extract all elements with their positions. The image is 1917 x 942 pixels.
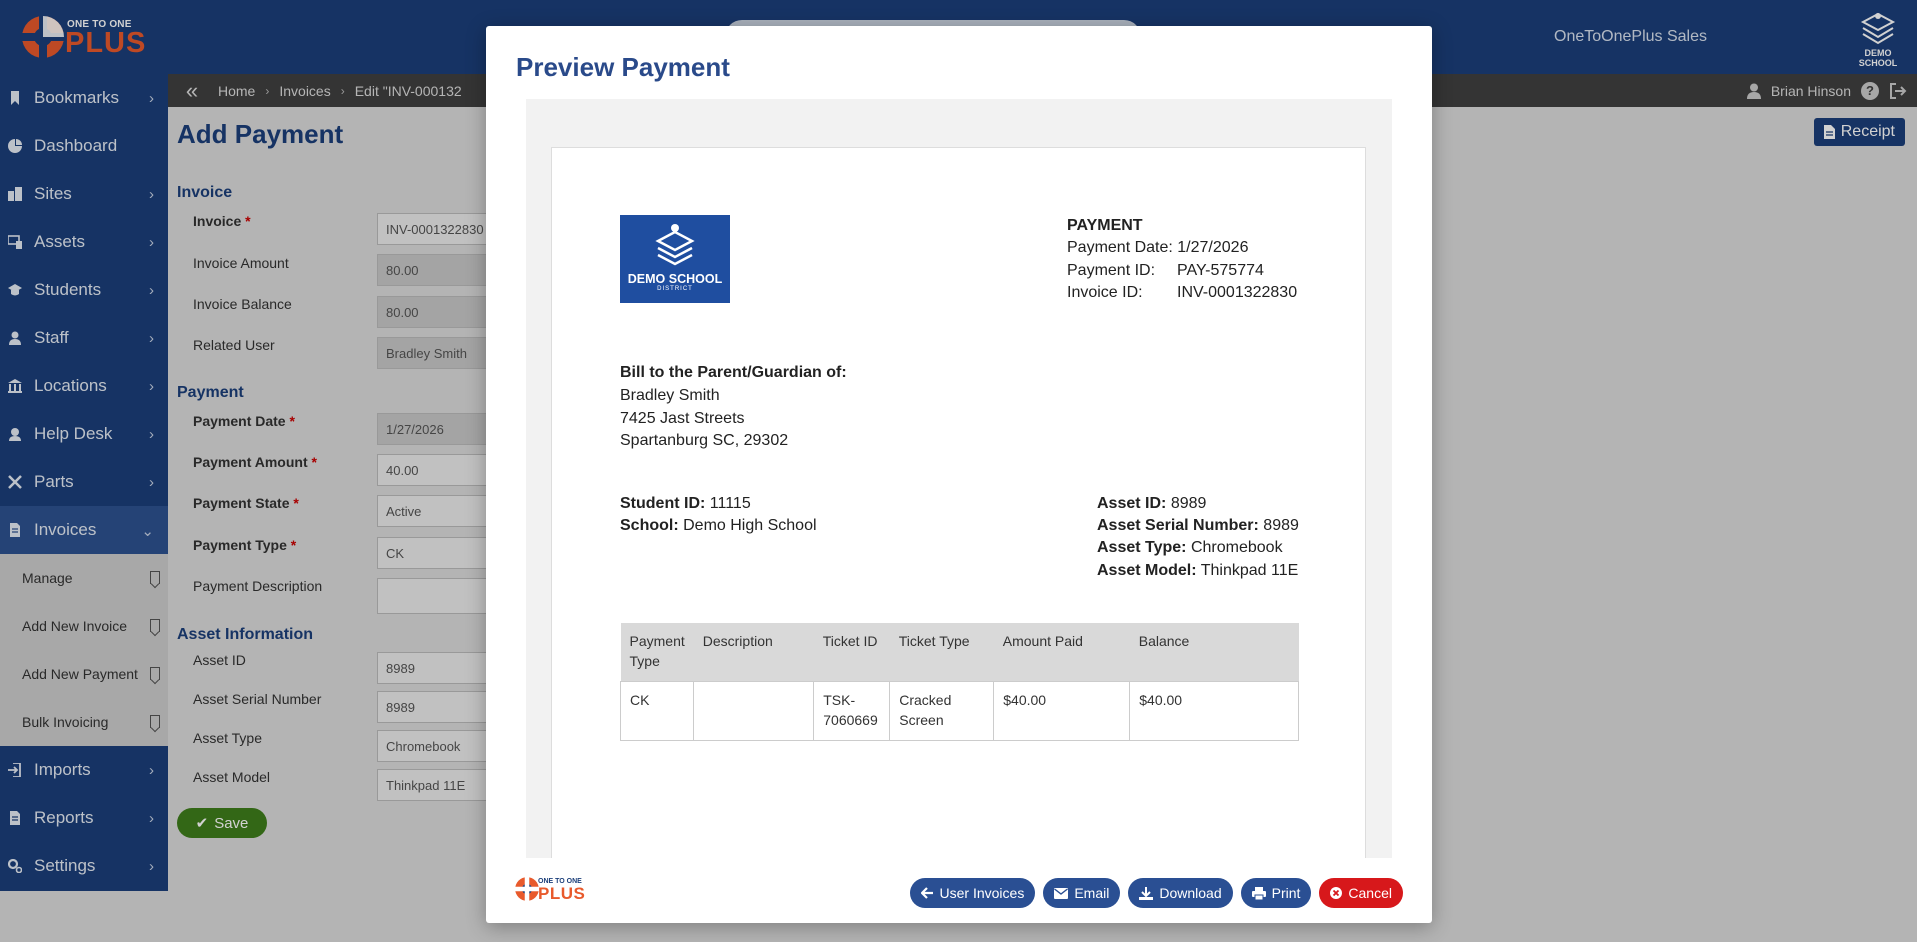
cell-description [693,680,815,741]
receipt-page: DEMO SCHOOL DISTRICT PAYMENT Payment Dat… [551,147,1366,858]
email-button[interactable]: Email [1043,878,1121,908]
student-id-key: Student ID: [620,495,706,512]
asset-model-key: Asset Model: [1097,562,1197,579]
receipt-asset-serial-line: Asset Serial Number: 8989 [1097,517,1299,535]
col-ticket-id: Ticket ID [813,623,890,681]
modal-title: Preview Payment [516,52,730,82]
cell-payment-type: CK [619,680,695,741]
cell-ticket-type: Cracked Screen [889,680,995,741]
asset-type-value: Chromebook [1190,539,1283,556]
print-label: Print [1271,885,1301,901]
col-ticket-type: Ticket Type [889,623,994,681]
school-logo-icon [655,224,695,266]
asset-type-key: Asset Type: [1097,539,1187,556]
bill-to-city: Spartanburg SC, 29302 [620,432,789,449]
school-line: School: Demo High School [620,517,817,535]
receipt-preview-scroll[interactable]: DEMO SCHOOL DISTRICT PAYMENT Payment Dat… [526,99,1392,858]
modal-actions: User Invoices Email Download Print Cance… [909,878,1403,908]
footer-logo-mark-icon [514,876,540,902]
footer-logo: ONE TO ONE PLUS [514,876,594,906]
user-invoices-button[interactable]: User Invoices [909,878,1036,908]
school-value: Demo High School [683,517,817,534]
user-invoices-label: User Invoices [939,885,1025,901]
receipt-asset-model-line: Asset Model: Thinkpad 11E [1097,562,1298,580]
close-icon [1330,887,1343,899]
cancel-label: Cancel [1348,885,1392,901]
school-logo-line2: DISTRICT [657,286,693,292]
asset-id-key: Asset ID: [1097,495,1167,512]
receipt-asset-type-line: Asset Type: Chromebook [1097,539,1283,557]
col-amount-paid: Amount Paid [993,623,1130,681]
col-description: Description [693,623,814,681]
col-balance: Balance [1129,623,1299,681]
cell-ticket-id: TSK-7060669 [813,680,891,741]
asset-model-value: Thinkpad 11E [1200,562,1299,579]
receipt-invoice-id: Invoice ID: INV-0001322830 [1067,284,1297,302]
arrow-left-icon [920,887,933,899]
cancel-button[interactable]: Cancel [1319,878,1403,908]
print-button[interactable]: Print [1240,878,1312,908]
school-key: School: [620,517,679,534]
asset-serial-key: Asset Serial Number: [1097,517,1259,534]
school-logo-line1: DEMO SCHOOL [627,272,723,286]
receipt-payment-id: Payment ID: PAY-575774 [1067,262,1264,280]
cell-amount-paid: $40.00 [993,680,1131,741]
student-id-value: 11115 [709,495,751,512]
student-id-line: Student ID: 11115 [620,495,751,513]
payment-id-value: PAY-575774 [1177,262,1264,279]
bill-to-street: 7425 Jast Streets [620,410,745,427]
payment-id-key: Payment ID: [1067,262,1156,279]
asset-id-value: 8989 [1170,495,1207,512]
payment-table-header-row: Payment Type Description Ticket ID Ticke… [620,623,1299,681]
asset-serial-value: 8989 [1263,517,1299,534]
download-button[interactable]: Download [1128,878,1233,908]
invoice-id-value: INV-0001322830 [1177,284,1298,301]
receipt-heading: PAYMENT [1067,217,1143,234]
table-row: CK TSK-7060669 Cracked Screen $40.00 $40… [619,680,1299,741]
email-label: Email [1074,885,1110,901]
bill-to-name: Bradley Smith [620,387,720,404]
payment-table: Payment Type Description Ticket ID Ticke… [619,623,1299,741]
modal-footer: ONE TO ONE PLUS User Invoices Email Down… [486,858,1432,923]
download-label: Download [1159,885,1222,901]
download-icon [1139,886,1154,900]
receipt-asset-id-line: Asset ID: 8989 [1097,495,1206,513]
envelope-icon [1054,887,1069,899]
school-district-logo: DEMO SCHOOL DISTRICT [620,215,730,303]
col-payment-type: Payment Type [620,623,694,681]
footer-logo-big-text: PLUS [538,884,586,903]
bill-to-label: Bill to the Parent/Guardian of: [620,364,847,381]
printer-icon [1251,886,1266,900]
invoice-id-key: Invoice ID: [1067,284,1143,301]
preview-payment-modal: Preview Payment DEMO SCHOOL DISTRICT PAY… [486,26,1432,923]
payment-date-value: 1/27/2026 [1177,239,1249,256]
payment-date-key: Payment Date: [1067,239,1173,256]
receipt-payment-date: Payment Date: 1/27/2026 [1067,239,1248,257]
cell-balance: $40.00 [1129,680,1299,741]
